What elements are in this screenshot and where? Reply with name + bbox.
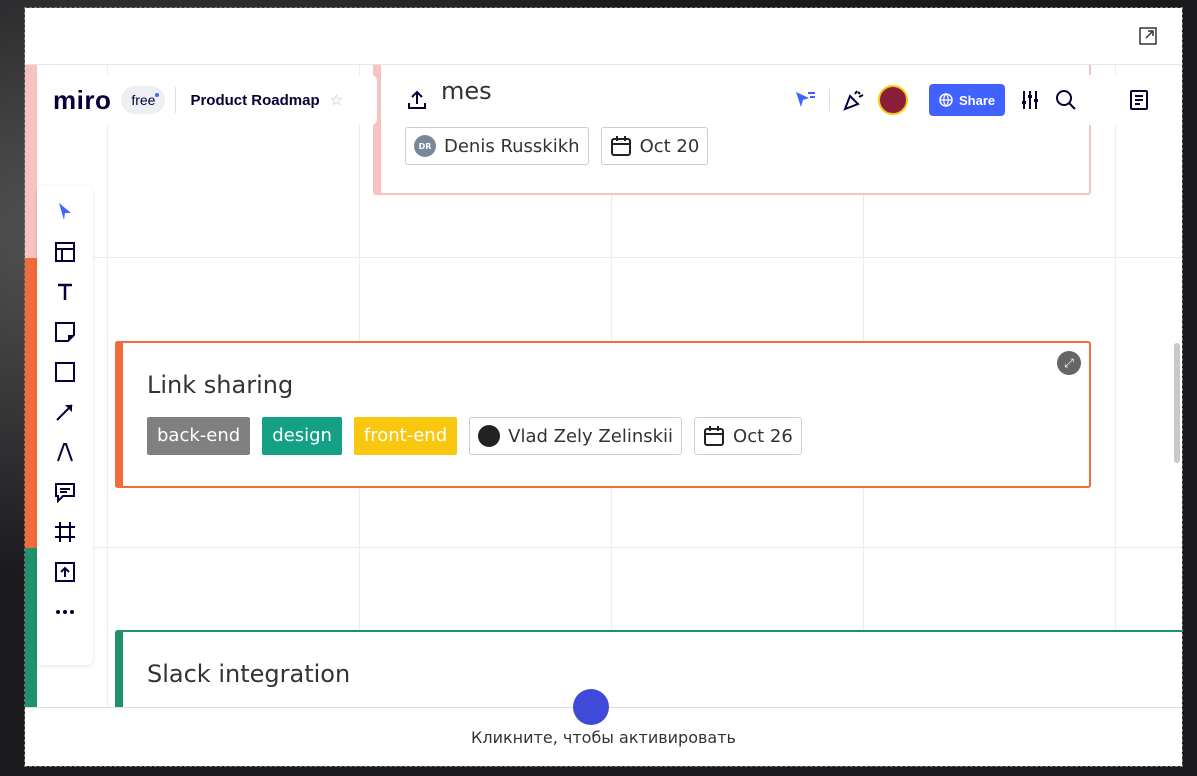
date-chip[interactable]: Oct 20 — [600, 127, 709, 165]
expand-card-icon[interactable]: ⤢ — [1057, 351, 1081, 375]
embed-topbar — [25, 8, 1182, 65]
board-canvas[interactable]: mes DR Denis Russkikh Oct 20 Link sharin… — [25, 65, 1182, 707]
export-button[interactable] — [395, 75, 439, 125]
tag-design[interactable]: design — [262, 417, 342, 455]
avatar: DR — [414, 135, 436, 157]
calendar-icon — [704, 426, 725, 446]
divider — [829, 89, 830, 111]
card-chips: DR Denis Russkikh Oct 20 — [405, 127, 709, 165]
activate-text: Кликните, чтобы активировать — [471, 728, 736, 747]
card-title: Slack integration — [147, 660, 351, 688]
assignee-chip[interactable]: Vlad Zely Zelinskii — [469, 417, 683, 455]
star-icon[interactable]: ☆ — [330, 91, 343, 109]
frame-icon[interactable] — [53, 520, 77, 544]
upload-icon — [408, 90, 426, 109]
date-label: Oct 26 — [733, 425, 793, 447]
cursor-follow-icon[interactable] — [793, 88, 817, 112]
card-chips: back-end design front-end Vlad Zely Zeli… — [147, 417, 802, 455]
board-name[interactable]: Product Roadmap — [190, 92, 319, 109]
pen-icon[interactable] — [53, 440, 77, 464]
date-chip[interactable]: Oct 26 — [694, 417, 802, 455]
expand-icon[interactable] — [1138, 26, 1158, 46]
card-link-sharing[interactable]: Link sharing ⤢ back-end design front-end… — [115, 341, 1091, 488]
miro-header: miro free Product Roadmap ☆ — [37, 75, 377, 125]
card-color-bar — [115, 341, 123, 488]
sticky-note-icon[interactable] — [53, 320, 77, 344]
creation-toolbar — [37, 186, 93, 665]
notes-icon — [1130, 90, 1148, 110]
lane-green — [25, 548, 37, 707]
calendar-icon — [610, 136, 631, 156]
user-avatar[interactable] — [878, 85, 908, 115]
select-icon[interactable] — [53, 200, 77, 224]
card-color-bar — [115, 630, 123, 707]
share-button[interactable]: Share — [929, 84, 1006, 116]
assignee-name: Denis Russkikh — [444, 135, 580, 157]
card-title: Link sharing — [147, 371, 294, 399]
tag-back-end[interactable]: back-end — [147, 417, 251, 455]
lane-orange — [25, 258, 37, 548]
lane-red — [25, 65, 37, 258]
assignee-name: Vlad Zely Zelinskii — [508, 425, 674, 447]
card-title: mes — [441, 77, 492, 105]
templates-icon[interactable] — [53, 240, 77, 264]
collab-tools — [785, 75, 933, 125]
embed-frame: mes DR Denis Russkikh Oct 20 Link sharin… — [24, 7, 1183, 767]
text-icon[interactable] — [53, 280, 77, 304]
more-icon[interactable] — [53, 600, 77, 624]
shape-icon[interactable] — [53, 360, 77, 384]
share-label: Share — [959, 92, 996, 108]
card-slack-integration[interactable]: Slack integration — [115, 630, 1182, 707]
avatar — [478, 425, 501, 447]
arrow-icon[interactable] — [53, 400, 77, 424]
collaborator-cursor — [573, 689, 609, 725]
share-group: Share — [921, 75, 1095, 125]
divider — [175, 87, 177, 113]
vertical-scrollbar[interactable] — [1174, 343, 1180, 463]
assignee-chip[interactable]: DR Denis Russkikh — [405, 127, 589, 165]
notes-button[interactable] — [1115, 75, 1163, 125]
globe-icon — [939, 93, 953, 107]
plan-badge[interactable]: free — [121, 86, 166, 114]
tag-front-end[interactable]: front-end — [353, 417, 458, 455]
upload-icon[interactable] — [53, 560, 77, 584]
settings-sliders-icon[interactable] — [1019, 89, 1041, 111]
comment-icon[interactable] — [53, 480, 77, 504]
search-icon[interactable] — [1055, 89, 1077, 111]
celebrate-icon[interactable] — [842, 88, 866, 112]
miro-logo[interactable]: miro — [53, 85, 111, 116]
date-label: Oct 20 — [639, 135, 700, 157]
